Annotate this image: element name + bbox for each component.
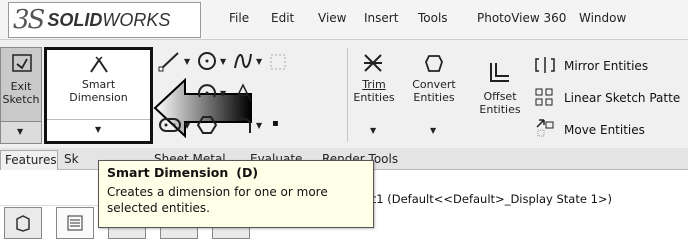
convert-entities-button[interactable]: Convert Entities ▼	[408, 48, 460, 142]
line-tool-icon[interactable]	[158, 50, 182, 72]
exit-sketch-label-2: Sketch	[2, 93, 40, 106]
tab-features[interactable]: Features	[0, 150, 58, 170]
arc-tool-icon[interactable]	[196, 82, 218, 104]
slot-tool-icon[interactable]	[158, 114, 182, 136]
property-manager-icon	[67, 215, 83, 231]
menu-window[interactable]: Window	[579, 11, 626, 25]
property-manager-tab[interactable]	[56, 207, 94, 239]
chevron-down-icon[interactable]: ▼	[256, 57, 262, 66]
move-entities-button[interactable]: Move Entities	[564, 123, 645, 137]
tooltip-title-text: Smart Dimension	[107, 165, 229, 180]
feature-tree-icon	[16, 215, 30, 232]
smart-dimension-icon	[90, 56, 108, 73]
exit-sketch-icon	[12, 54, 32, 72]
exit-sketch-button[interactable]: Exit Sketch	[0, 47, 42, 122]
solidworks-wordmark: SOLIDWORKS	[47, 9, 171, 30]
linear-sketch-pattern-button[interactable]: Linear Sketch Patte	[564, 91, 680, 105]
feature-tree-part-name[interactable]: art1 (Default<<Default>_Display State 1>…	[360, 192, 688, 210]
smart-dimension-button[interactable]: Smart Dimension ▼	[44, 47, 153, 144]
trim-entities-button[interactable]: Trim Entities ▼	[352, 48, 396, 142]
text-tool-icon[interactable]	[232, 82, 254, 104]
menu-insert[interactable]: Insert	[364, 11, 398, 25]
chevron-down-icon[interactable]: ▼	[256, 121, 262, 130]
feature-manager-tab[interactable]	[4, 207, 42, 239]
offset-entities-icon	[490, 63, 509, 82]
polygon-tool-icon[interactable]	[196, 114, 218, 136]
smart-dimension-label-2: Dimension	[69, 91, 128, 104]
exit-sketch-dropdown[interactable]: ▼	[0, 122, 42, 144]
menu-tools[interactable]: Tools	[418, 11, 448, 25]
move-entities-icon[interactable]	[535, 119, 555, 137]
chevron-down-icon[interactable]: ▼	[184, 57, 190, 66]
mirror-entities-button[interactable]: Mirror Entities	[564, 59, 648, 73]
solidworks-logo[interactable]: 3S SOLIDWORKS	[8, 2, 201, 38]
trim-entities-icon	[364, 54, 382, 72]
tab-sketch[interactable]: Sk	[60, 150, 100, 170]
offset-entities-label-1: Offset	[483, 90, 517, 103]
chevron-down-icon[interactable]: ▼	[220, 89, 226, 98]
convert-entities-label-2: Entities	[413, 91, 455, 104]
menu-photoview[interactable]: PhotoView 360	[477, 11, 566, 25]
smart-dimension-dropdown[interactable]: ▼	[47, 119, 150, 141]
exit-sketch-label-1: Exit	[10, 80, 32, 93]
chevron-down-icon[interactable]: ▼	[184, 121, 190, 130]
tooltip-shortcut: (D)	[236, 165, 259, 180]
chevron-down-icon[interactable]: ▼	[370, 126, 376, 135]
chevron-down-icon: ▼	[17, 127, 24, 136]
chevron-down-icon[interactable]: ▼	[430, 126, 436, 135]
menu-file[interactable]: File	[229, 11, 249, 25]
trim-entities-label-1: Trim	[362, 78, 386, 91]
chevron-down-icon[interactable]: ▼	[220, 57, 226, 66]
chevron-down-icon: ▼	[95, 125, 102, 134]
convert-entities-label-1: Convert	[412, 78, 456, 91]
menu-view[interactable]: View	[318, 11, 346, 25]
menu-edit[interactable]: Edit	[271, 11, 294, 25]
ds-logo-mark: 3S	[13, 5, 45, 35]
point-tool-icon[interactable]: ▪	[272, 118, 279, 129]
fillet-tool-icon[interactable]	[232, 114, 254, 136]
tooltip-title: Smart Dimension (D)	[107, 165, 365, 180]
ribbon-separator	[347, 48, 348, 142]
tooltip-description: Creates a dimension for one or more sele…	[107, 185, 328, 215]
trim-entities-label-2: Entities	[353, 91, 395, 104]
spline-tool-icon[interactable]	[232, 50, 254, 72]
circle-tool-icon[interactable]	[196, 50, 218, 72]
offset-entities-label-2: Entities	[479, 103, 521, 116]
mirror-entities-icon[interactable]	[535, 56, 555, 74]
convert-entities-icon	[425, 55, 443, 72]
smart-dimension-label-1: Smart	[81, 78, 116, 91]
offset-entities-button[interactable]: Offset Entities	[474, 60, 526, 120]
plane-tool-icon[interactable]	[268, 52, 288, 72]
smart-dimension-tooltip: Smart Dimension (D) Creates a dimension f…	[98, 160, 374, 228]
linear-sketch-pattern-icon[interactable]	[535, 88, 555, 106]
